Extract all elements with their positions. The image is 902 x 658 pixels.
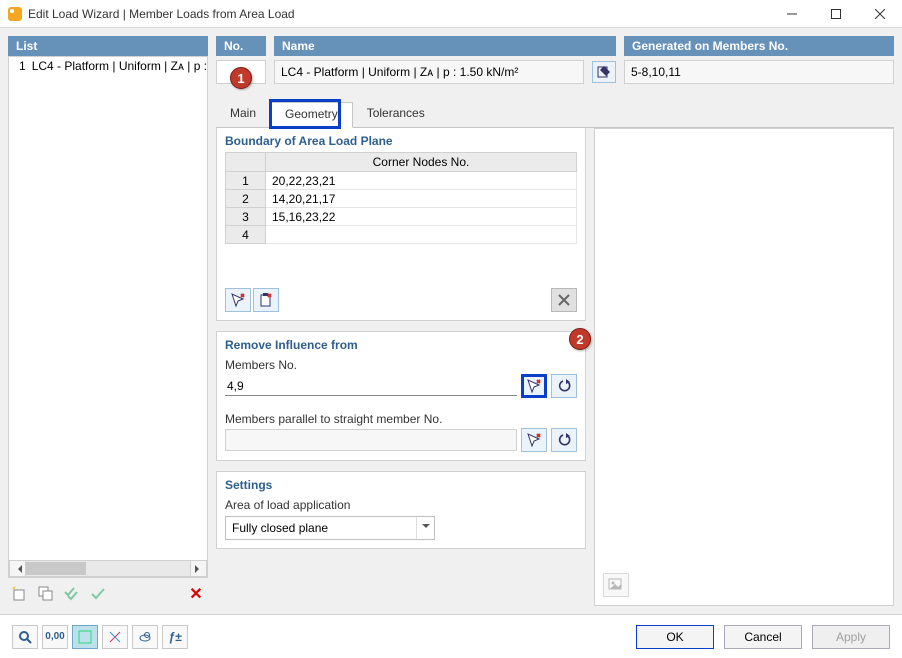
tab-tolerances[interactable]: Tolerances [353,102,439,127]
insert-picture-button[interactable] [603,573,629,597]
maximize-button[interactable] [814,0,858,28]
name-input[interactable] [281,61,577,83]
close-button[interactable] [858,0,902,28]
boundary-group: Boundary of Area Load Plane Corner Nodes… [216,128,586,321]
remove-influence-group: Remove Influence from 2 Members No. Memb… [216,331,586,461]
check-all-button[interactable] [60,582,84,606]
axis-button[interactable] [102,625,128,649]
function-button[interactable]: ƒ± [162,625,188,649]
name-header: Name [274,36,616,56]
reset-members-button[interactable] [551,374,577,398]
no-header: No. [216,36,266,56]
delete-button[interactable]: ✕ [184,582,208,606]
tab-main[interactable]: Main [216,102,270,127]
reset-parallel-button[interactable] [551,428,577,452]
table-row: 4 [226,226,577,244]
scroll-left-button[interactable] [9,560,26,577]
boundary-table[interactable]: Corner Nodes No. 120,22,23,21 214,20,21,… [225,152,577,244]
ok-button[interactable]: OK [636,625,714,649]
area-combo-value: Fully closed plane [226,521,416,535]
annotation-badge-2: 2 [569,328,591,350]
pick-members-button[interactable] [521,374,547,398]
horizontal-scrollbar[interactable] [9,560,207,577]
chevron-down-icon [416,517,434,539]
clipboard-button[interactable] [253,288,279,312]
parallel-input[interactable] [225,429,517,451]
titlebar: Edit Load Wizard | Member Loads from Are… [0,0,902,28]
scroll-right-button[interactable] [190,560,207,577]
copy-button[interactable] [34,582,58,606]
remove-title: Remove Influence from [225,338,577,352]
new-wizard-button[interactable] [8,582,32,606]
scroll-thumb[interactable] [26,562,86,575]
preview-pane [594,128,894,606]
annotation-badge-1: 1 [230,67,252,89]
table-row: 120,22,23,21 [226,172,577,190]
scroll-track[interactable] [26,560,190,577]
view-button[interactable] [72,625,98,649]
settings-group: Settings Area of load application Fully … [216,471,586,549]
pick-parallel-button[interactable] [521,428,547,452]
generated-header: Generated on Members No. [624,36,894,56]
edit-name-button[interactable] [592,61,616,83]
table-row: 315,16,23,22 [226,208,577,226]
cloud-button[interactable] [132,625,158,649]
boundary-title: Boundary of Area Load Plane [225,134,577,148]
area-label: Area of load application [225,498,577,512]
corner-nodes-col: Corner Nodes No. [266,153,577,172]
parallel-label: Members parallel to straight member No. [225,412,577,426]
units-button[interactable]: 0,00 [42,625,68,649]
members-label: Members No. [225,358,577,372]
members-input[interactable] [225,377,517,396]
check-button[interactable] [86,582,110,606]
cancel-button[interactable]: Cancel [724,625,802,649]
apply-button[interactable]: Apply [812,625,890,649]
app-icon [8,7,22,21]
list-toolbar: ✕ [8,578,208,606]
list-item-num: 1 [19,59,26,73]
dialog-button-bar: 0,00 ƒ± OK Cancel Apply [0,614,902,658]
minimize-button[interactable] [770,0,814,28]
pick-nodes-button[interactable] [225,288,251,312]
tab-geometry[interactable]: Geometry [270,102,353,128]
area-combo[interactable]: Fully closed plane [225,516,435,540]
window-title: Edit Load Wizard | Member Loads from Are… [28,7,770,21]
tab-bar: Main Geometry Tolerances [216,102,894,128]
list-header: List [8,36,208,56]
table-row: 214,20,21,17 [226,190,577,208]
settings-title: Settings [225,478,577,492]
generated-input[interactable] [631,61,887,83]
list-body: 1 LC4 - Platform | Uniform | Zᴀ | p : [8,56,208,578]
delete-row-button[interactable] [551,288,577,312]
help-button[interactable] [12,625,38,649]
